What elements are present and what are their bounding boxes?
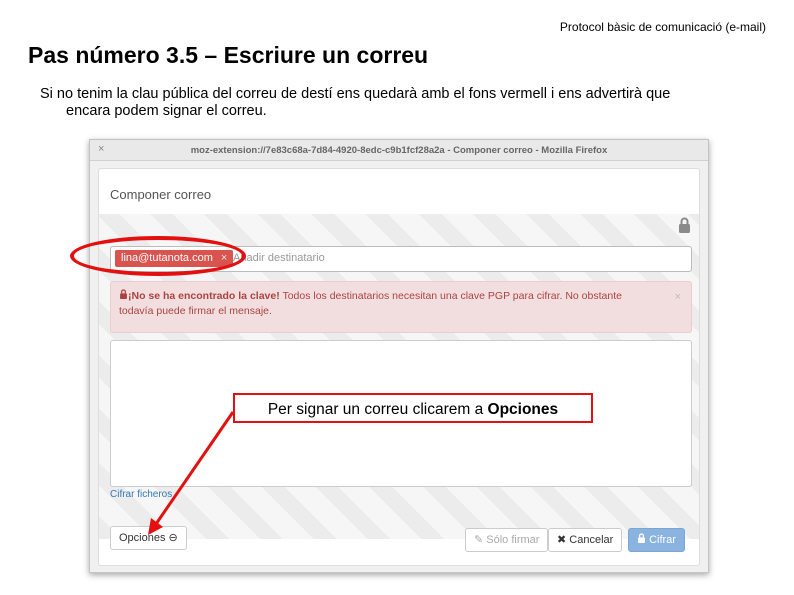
- cancel-button[interactable]: ✖ Cancelar: [548, 528, 623, 552]
- options-button-label: Opciones: [119, 532, 166, 544]
- alert-lock-icon: [119, 289, 128, 302]
- options-button[interactable]: Opciones ⊖: [110, 526, 187, 550]
- sign-only-button[interactable]: ✎ Sólo firmar: [465, 528, 549, 552]
- encrypt-button[interactable]: Cifrar: [628, 528, 685, 552]
- slide-body-line-1: Si no tenim la clau pública del correu d…: [40, 86, 671, 102]
- annotation-oval: [70, 236, 246, 276]
- alert-text: ¡No se ha encontrado la clave! Todos los…: [119, 289, 659, 319]
- cancel-label: Cancelar: [569, 534, 614, 546]
- annotation-text: Per signar un correu clicarem a: [267, 401, 488, 418]
- slide-header: Protocol bàsic de comunicació (e-mail): [559, 20, 766, 34]
- slide-body: Si no tenim la clau pública del correu d…: [40, 86, 770, 120]
- lock-icon: [678, 217, 691, 237]
- window-titlebar: × moz-extension://7e83c68a-7d84-4920-8ed…: [90, 140, 708, 161]
- encrypt-files-link[interactable]: Cifrar ficheros: [110, 489, 172, 500]
- recipient-placeholder: Añadir destinatario: [233, 252, 325, 264]
- alert-bold-text: ¡No se ha encontrado la clave!: [128, 290, 280, 302]
- annotation-highlight: Opciones: [487, 401, 559, 418]
- options-toggle-icon: ⊖: [168, 532, 178, 544]
- cancel-icon: ✖: [557, 534, 567, 546]
- pencil-icon: ✎: [474, 534, 484, 546]
- slide-body-line-2: encara podem signar el correu.: [66, 103, 267, 119]
- firefox-window: × moz-extension://7e83c68a-7d84-4920-8ed…: [89, 139, 709, 573]
- sign-only-label: Sólo firmar: [486, 534, 540, 546]
- compose-panel: Componer correo lina@tutanota.com × Añadi…: [98, 168, 700, 566]
- alert-close-icon[interactable]: ×: [675, 290, 681, 305]
- compose-heading: Componer correo: [110, 187, 212, 202]
- window-title: moz-extension://7e83c68a-7d84-4920-8edc-…: [190, 145, 608, 156]
- encrypt-lock-icon: [637, 533, 646, 546]
- slide-title: Pas número 3.5 – Escriure un correu: [28, 42, 429, 68]
- annotation-box: Per signar un correu clicarem a Opciones: [233, 393, 593, 423]
- no-key-alert: ¡No se ha encontrado la clave! Todos los…: [110, 281, 692, 333]
- encrypt-label: Cifrar: [649, 534, 676, 546]
